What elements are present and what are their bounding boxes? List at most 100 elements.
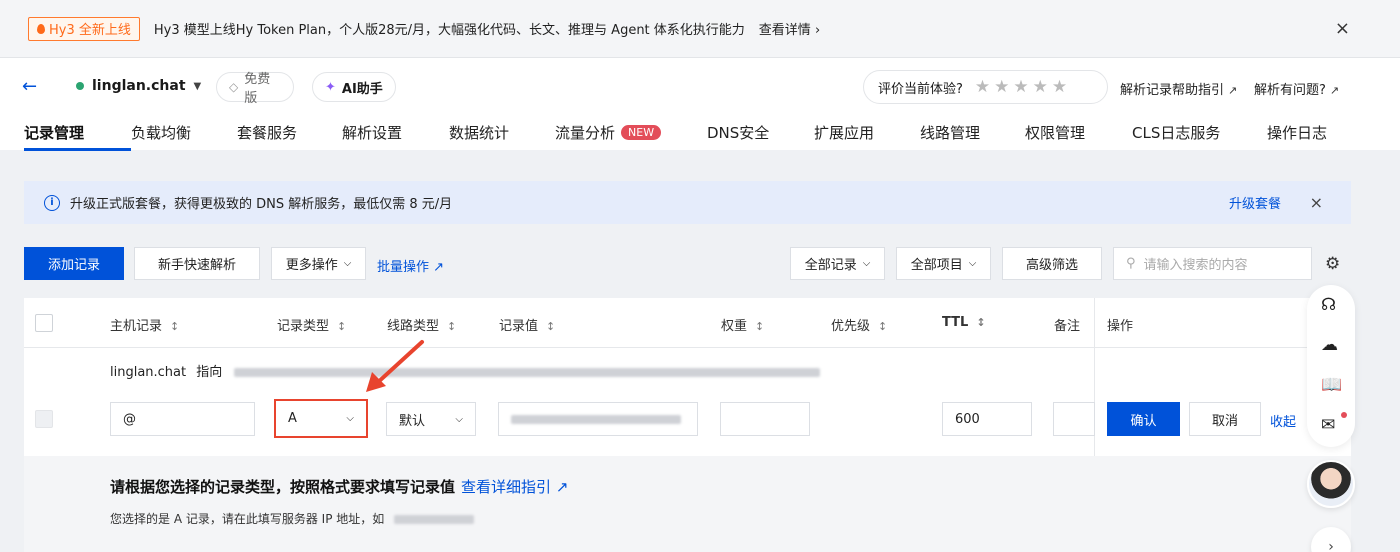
- tab-records[interactable]: 记录管理: [24, 122, 131, 151]
- tab-label: 权限管理: [1025, 124, 1086, 142]
- quick-setup-button[interactable]: 新手快速解析: [134, 247, 260, 280]
- tab-label: DNS安全: [707, 124, 770, 142]
- tab-settings[interactable]: 解析设置: [342, 122, 449, 150]
- issue-link[interactable]: 解析有问题? ↗: [1254, 79, 1339, 98]
- row-checkbox[interactable]: [35, 410, 53, 428]
- sort-icon: ↕: [755, 320, 765, 333]
- weight-input[interactable]: [720, 402, 810, 436]
- add-record-button[interactable]: 添加记录: [24, 247, 124, 280]
- column-label: 记录值: [499, 319, 539, 334]
- more-actions-dropdown[interactable]: 更多操作 ⌵: [271, 247, 366, 280]
- tab-load-balancing[interactable]: 负载均衡: [131, 122, 237, 150]
- tab-lines[interactable]: 线路管理: [920, 122, 1025, 150]
- domain-name: linglan.chat: [92, 78, 186, 94]
- column-weight[interactable]: 权重 ↕: [721, 315, 764, 334]
- headset-icon[interactable]: ☊: [1321, 295, 1336, 315]
- new-badge: NEW: [621, 125, 662, 140]
- batch-operation-link[interactable]: 批量操作 ↗: [377, 256, 444, 275]
- info-icon: i: [44, 194, 60, 211]
- cancel-button[interactable]: 取消: [1189, 402, 1261, 436]
- sparkle-icon: ✦: [325, 79, 336, 95]
- tab-packages[interactable]: 套餐服务: [237, 122, 342, 150]
- help-link-label: 解析记录帮助指引: [1120, 83, 1225, 98]
- upgrade-plan-link[interactable]: 升级套餐: [1229, 193, 1281, 212]
- announcement-more-link[interactable]: 查看详情 ›: [759, 19, 820, 38]
- tab-extensions[interactable]: 扩展应用: [814, 122, 920, 150]
- confirm-button[interactable]: 确认: [1107, 402, 1180, 436]
- column-actions: 操作: [1107, 315, 1133, 334]
- announcement-message: Hy3 模型上线Hy Token Plan，个人版28元/月，大幅强化代码、长文…: [153, 23, 745, 38]
- chevron-right-icon: ›: [814, 23, 821, 38]
- announcement-badge-label: Hy3 全新上线: [49, 23, 131, 38]
- select-all-checkbox[interactable]: [35, 314, 53, 332]
- search-icon: ⚲: [1126, 256, 1136, 271]
- quick-setup-label: 新手快速解析: [157, 258, 236, 273]
- external-link-icon: ↗: [1329, 84, 1340, 97]
- search-input[interactable]: ⚲ 请输入搜索的内容: [1113, 247, 1312, 280]
- back-arrow-icon[interactable]: ←: [22, 76, 37, 97]
- chevron-down-icon: ⌵: [968, 258, 977, 269]
- tab-statistics[interactable]: 数据统计: [449, 122, 555, 150]
- chevron-down-icon: ⌵: [862, 258, 871, 269]
- gear-icon[interactable]: ⚙: [1325, 254, 1340, 274]
- remark-input[interactable]: [1053, 402, 1095, 436]
- help-link[interactable]: 解析记录帮助指引 ↗: [1120, 79, 1237, 98]
- format-hint-title: 请根据您选择的记录类型，按照格式要求填写记录值 查看详细指引 ↗: [110, 476, 568, 497]
- column-type[interactable]: 记录类型 ↕: [277, 315, 346, 334]
- host-input[interactable]: @: [110, 402, 255, 436]
- ttl-value: 600: [955, 411, 980, 427]
- status-dot-icon: [76, 82, 84, 90]
- experience-rating: 评价当前体验? ★★★★★: [863, 70, 1108, 104]
- sort-icon: ↕: [976, 316, 986, 329]
- external-link-icon: ↗: [433, 260, 445, 275]
- line-type-select[interactable]: 默认 ⌵: [386, 402, 476, 436]
- book-icon[interactable]: 📖: [1321, 375, 1342, 395]
- announcement-close-icon[interactable]: ×: [1335, 18, 1350, 39]
- sort-icon: ↕: [546, 320, 556, 333]
- record-type-select[interactable]: A ⌵: [274, 399, 368, 438]
- column-priority[interactable]: 优先级 ↕: [831, 315, 887, 334]
- column-remark: 备注: [1054, 315, 1080, 334]
- column-ttl[interactable]: TTL ↕: [942, 315, 986, 330]
- record-filter-dropdown[interactable]: 全部记录 ⌵: [790, 247, 885, 280]
- tab-label: 负载均衡: [131, 124, 192, 142]
- assistant-avatar[interactable]: [1307, 460, 1355, 508]
- redacted-text: [394, 515, 475, 524]
- tab-label: 流量分析: [555, 124, 616, 142]
- ttl-input[interactable]: 600: [942, 402, 1032, 436]
- collapse-link[interactable]: 收起: [1270, 411, 1296, 430]
- sort-icon: ↕: [447, 320, 457, 333]
- tab-traffic-analysis[interactable]: 流量分析 NEW: [555, 122, 707, 150]
- tab-dns-security[interactable]: DNS安全: [707, 122, 814, 150]
- advanced-filter-button[interactable]: 高级筛选: [1002, 247, 1102, 280]
- cloud-icon[interactable]: ☁: [1321, 335, 1338, 355]
- column-value[interactable]: 记录值 ↕: [499, 315, 555, 334]
- column-host[interactable]: 主机记录 ↕: [110, 315, 179, 334]
- batch-operation-label: 批量操作: [377, 260, 430, 275]
- column-line[interactable]: 线路类型 ↕: [387, 315, 456, 334]
- plan-badge-label: 免费版: [244, 72, 271, 106]
- rating-label: 评价当前体验?: [878, 81, 963, 97]
- tab-label: 扩展应用: [814, 124, 875, 142]
- tab-operation-logs[interactable]: 操作日志: [1267, 122, 1337, 150]
- banner-close-icon[interactable]: ×: [1310, 193, 1323, 212]
- tab-label: 记录管理: [24, 124, 85, 142]
- detail-guide-link[interactable]: 查看详细指引 ↗: [461, 478, 568, 496]
- chevron-down-icon: ⌵: [343, 258, 352, 269]
- ai-assistant-button[interactable]: ✦ AI助手: [312, 72, 396, 102]
- project-filter-dropdown[interactable]: 全部项目 ⌵: [896, 247, 991, 280]
- issue-link-label: 解析有问题?: [1254, 83, 1326, 98]
- chevron-down-icon: ⌵: [455, 413, 463, 425]
- tab-cls-logs[interactable]: CLS日志服务: [1132, 122, 1267, 150]
- feedback-icon[interactable]: ✉: [1321, 415, 1335, 435]
- domain-selector[interactable]: linglan.chat ▼: [76, 78, 201, 94]
- tab-permissions[interactable]: 权限管理: [1025, 122, 1132, 150]
- tab-label: 数据统计: [449, 124, 510, 142]
- side-dock: ☊ ☁ 📖 ✉: [1307, 285, 1355, 447]
- rating-stars[interactable]: ★★★★★: [975, 77, 1071, 97]
- record-value-input[interactable]: [498, 402, 698, 436]
- detail-guide-label: 查看详细指引: [461, 478, 552, 496]
- announcement-more-label: 查看详情: [758, 23, 811, 38]
- column-label: 优先级: [831, 319, 871, 334]
- plan-badge[interactable]: ◇ 免费版: [216, 72, 294, 106]
